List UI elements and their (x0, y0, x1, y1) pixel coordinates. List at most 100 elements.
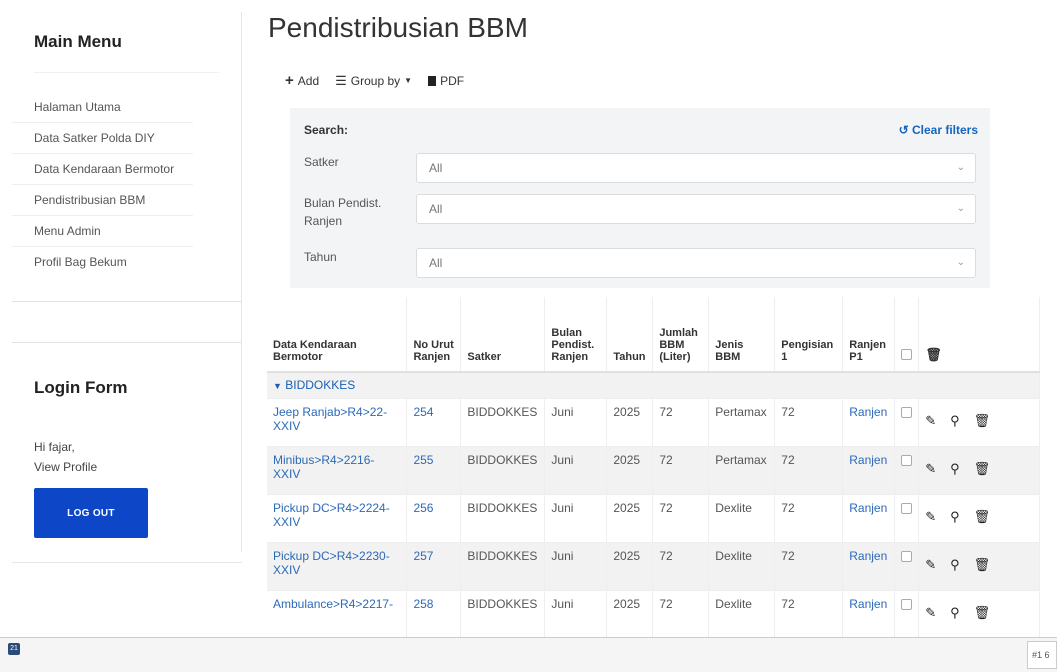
cell-no-urut[interactable]: 258 (406, 590, 462, 637)
trash-icon[interactable]: 🗑 (974, 557, 991, 573)
main-menu-title: Main Menu (34, 32, 122, 51)
cell-select (894, 398, 920, 447)
satker-select[interactable]: All ⌄ (416, 153, 976, 183)
col-header-jenis[interactable]: Jenis BBM (708, 297, 776, 373)
login-form-title: Login Form (34, 378, 128, 397)
edit-icon[interactable]: ✎ (925, 461, 936, 477)
logout-button[interactable]: LOG OUT (34, 488, 148, 538)
cell-bulan: Juni (544, 398, 608, 447)
edit-icon[interactable]: ✎ (925, 509, 936, 525)
trash-icon[interactable]: 🗑 (974, 461, 991, 477)
cell-kendaraan[interactable]: Pickup DC>R4>2230-XXIV (267, 542, 408, 591)
bulan-select[interactable]: All ⌄ (416, 194, 976, 224)
trash-icon[interactable]: 🗑 (974, 605, 991, 621)
search-panel: Search: ↺ Clear filters Satker All ⌄ Bul… (290, 108, 990, 288)
col-header-no-urut[interactable]: No Urut Ranjen (406, 297, 462, 373)
cell-select (894, 494, 920, 543)
cell-ranjen-link[interactable]: Ranjen (842, 494, 896, 543)
filter-row-tahun: Tahun All ⌄ (304, 248, 976, 278)
col-header-satker[interactable]: Satker (460, 297, 546, 373)
taskbar-badge[interactable]: 21 (8, 643, 20, 655)
search-icon[interactable]: ⚲ (950, 509, 960, 525)
row-checkbox[interactable] (901, 454, 913, 466)
page-indicator: #1 6 (1027, 641, 1057, 669)
cell-kendaraan[interactable]: Jeep Ranjab>R4>22-XXIV (267, 398, 408, 447)
distribution-table: Data Kendaraan Bermotor No Urut Ranjen S… (267, 297, 1040, 637)
view-profile-link[interactable]: View Profile (34, 460, 97, 474)
cell-satker: BIDDOKKES (460, 446, 546, 495)
cell-jenis: Dexlite (708, 494, 776, 543)
group-by-button[interactable]: ☰ Group by ▼ (335, 72, 412, 89)
add-button[interactable]: + Add (285, 72, 319, 89)
trash-icon[interactable]: 🗑 (974, 509, 991, 525)
cell-no-urut[interactable]: 254 (406, 398, 462, 447)
trash-icon[interactable]: 🗑 (974, 413, 991, 429)
undo-icon: ↺ (898, 123, 909, 137)
col-header-pengisian[interactable]: Pengisian 1 (774, 297, 844, 373)
row-checkbox[interactable] (901, 550, 913, 562)
cell-ranjen-link[interactable]: Ranjen (842, 398, 896, 447)
chevron-down-icon: ⌄ (956, 203, 965, 214)
col-header-ranjen[interactable]: Ranjen P1 (842, 297, 896, 373)
cell-jenis: Pertamax (708, 446, 776, 495)
chevron-down-icon: ▼ (273, 381, 282, 391)
menu-item-profil-bag-bekum[interactable]: Profil Bag Bekum (12, 247, 193, 278)
search-icon[interactable]: ⚲ (950, 461, 960, 477)
menu-item-menu-admin[interactable]: Menu Admin (12, 216, 193, 247)
col-header-jumlah[interactable]: Jumlah BBM (Liter) (652, 297, 710, 373)
filter-label: Bulan Pendist. Ranjen (304, 196, 382, 228)
table-row: Jeep Ranjab>R4>22-XXIV 254 BIDDOKKES Jun… (267, 398, 1040, 447)
login-divider (12, 342, 242, 343)
col-header-kendaraan[interactable]: Data Kendaraan Bermotor (267, 297, 408, 373)
filter-row-satker: Satker All ⌄ (304, 153, 976, 183)
cell-no-urut[interactable]: 255 (406, 446, 462, 495)
col-header-bulan[interactable]: Bulan Pendist. Ranjen (544, 297, 608, 373)
cell-kendaraan[interactable]: Minibus>R4>2216-XXIV (267, 446, 408, 495)
bottom-bar: 21 #1 6 (0, 637, 1057, 672)
trash-icon[interactable]: 🗑 (925, 347, 942, 362)
edit-icon[interactable]: ✎ (925, 557, 936, 573)
menu-item-data-satker[interactable]: Data Satker Polda DIY (12, 123, 193, 154)
group-name: BIDDOKKES (285, 378, 356, 392)
table-row: Pickup DC>R4>2224-XXIV 256 BIDDOKKES Jun… (267, 494, 1040, 543)
select-all-cell (894, 297, 920, 373)
clear-filters-label: Clear filters (911, 123, 978, 137)
cell-kendaraan[interactable]: Pickup DC>R4>2224-XXIV (267, 494, 408, 543)
group-label: ▼ BIDDOKKES (267, 372, 1040, 399)
menu-item-data-kendaraan[interactable]: Data Kendaraan Bermotor (12, 154, 193, 185)
cell-tahun: 2025 (606, 590, 654, 637)
col-header-tahun[interactable]: Tahun (606, 297, 654, 373)
clear-filters-button[interactable]: ↺ Clear filters (899, 123, 978, 137)
edit-icon[interactable]: ✎ (925, 413, 936, 429)
cell-actions: ✎ ⚲ 🗑 (918, 590, 1040, 637)
select-all-checkbox[interactable] (901, 349, 913, 360)
sidebar-divider (12, 301, 242, 302)
cell-kendaraan[interactable]: Ambulance>R4>2217- (267, 590, 408, 637)
search-icon[interactable]: ⚲ (950, 413, 960, 429)
cell-ranjen-link[interactable]: Ranjen (842, 542, 896, 591)
row-checkbox[interactable] (901, 406, 913, 418)
search-icon[interactable]: ⚲ (950, 605, 960, 621)
edit-icon[interactable]: ✎ (925, 605, 936, 621)
select-value: All (429, 161, 443, 175)
cell-no-urut[interactable]: 256 (406, 494, 462, 543)
cell-satker: BIDDOKKES (460, 494, 546, 543)
group-row[interactable]: ▼ BIDDOKKES (267, 372, 1040, 399)
row-checkbox[interactable] (901, 598, 913, 610)
filter-row-bulan: Bulan Pendist. Ranjen All ⌄ (304, 194, 976, 230)
tahun-select[interactable]: All ⌄ (416, 248, 976, 278)
cell-bulan: Juni (544, 494, 608, 543)
menu-item-halaman-utama[interactable]: Halaman Utama (12, 92, 193, 123)
row-checkbox[interactable] (901, 502, 913, 514)
cell-jenis: Dexlite (708, 542, 776, 591)
cell-ranjen-link[interactable]: Ranjen (842, 446, 896, 495)
cell-no-urut[interactable]: 257 (406, 542, 462, 591)
cell-bulan: Juni (544, 542, 608, 591)
cell-ranjen-link[interactable]: Ranjen (842, 590, 896, 637)
list-icon: ☰ (335, 72, 347, 88)
pdf-button[interactable]: PDF (428, 72, 464, 89)
menu-item-pendistribusian-bbm[interactable]: Pendistribusian BBM (12, 185, 193, 216)
search-icon[interactable]: ⚲ (950, 557, 960, 573)
data-table-container: Data Kendaraan Bermotor No Urut Ranjen S… (267, 297, 1040, 637)
filter-label: Satker (304, 155, 339, 169)
